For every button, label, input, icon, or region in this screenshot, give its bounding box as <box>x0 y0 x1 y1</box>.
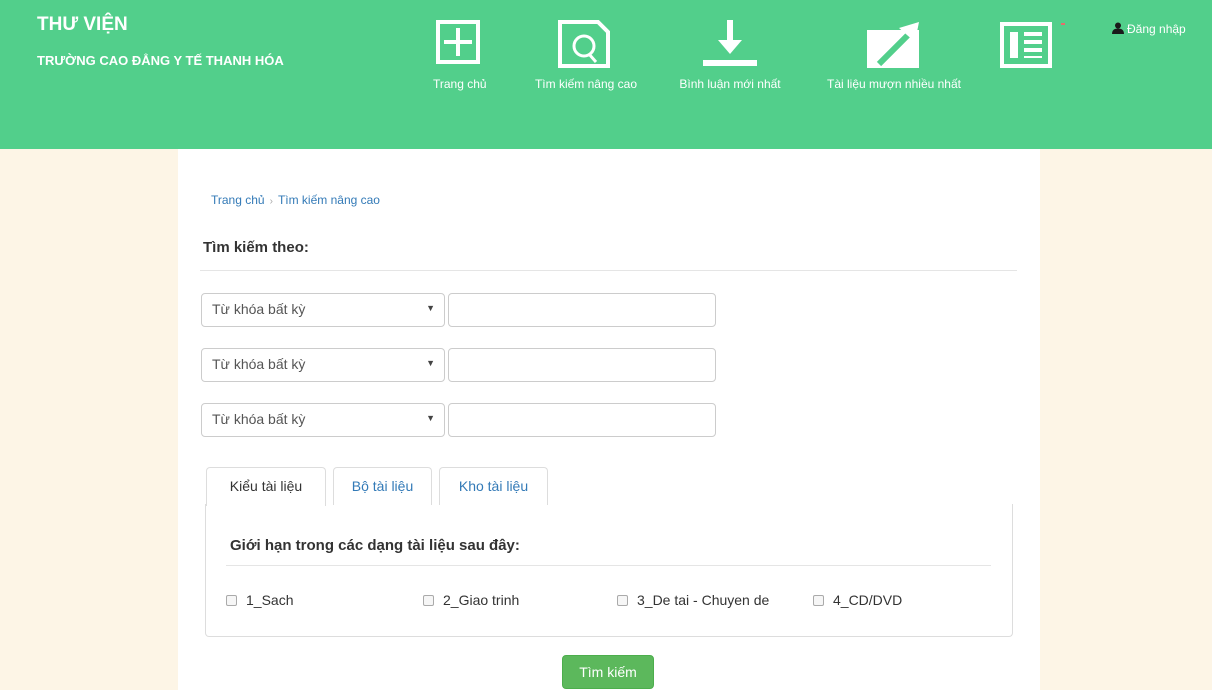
search-field-select[interactable]: Từ khóa bất kỳ ▼ <box>201 348 445 382</box>
login-label: Đăng nhập <box>1127 22 1186 36</box>
breadcrumb: Trang chủ › Tìm kiếm nâng cao <box>211 193 380 207</box>
search-submit-button[interactable]: Tìm kiếm <box>562 655 654 689</box>
main-content: Trang chủ › Tìm kiếm nâng cao Tìm kiếm the… <box>178 149 1040 690</box>
site-subtitle: TRƯỜNG CAO ĐẲNG Y TẾ THANH HÓA <box>37 53 284 68</box>
doc-type-option[interactable]: 1_Sach <box>226 592 293 608</box>
tab-document-type[interactable]: Kiểu tài liệu <box>206 467 326 506</box>
trending-arrow-icon <box>867 22 919 68</box>
search-field-select[interactable]: Từ khóa bất kỳ ▼ <box>201 403 445 437</box>
newspaper-icon[interactable] <box>1000 18 1052 73</box>
search-row: Từ khóa bất kỳ ▼ <box>201 348 716 382</box>
breadcrumb-separator: › <box>269 196 273 207</box>
nav-latest-comments[interactable]: Bình luận mới nhất <box>675 18 785 91</box>
search-field-value: Từ khóa bất kỳ <box>212 356 306 372</box>
checkbox[interactable] <box>617 595 628 606</box>
search-field-select[interactable]: Từ khóa bất kỳ ▼ <box>201 293 445 327</box>
tab-panel <box>205 504 1013 637</box>
option-label: 1_Sach <box>246 592 294 608</box>
panel-heading: Giới hạn trong các dạng tài liệu sau đây… <box>230 537 520 554</box>
plus-square-icon <box>435 20 480 64</box>
option-label: 2_Giao trinh <box>443 592 520 608</box>
divider <box>226 565 991 566</box>
checkbox[interactable] <box>423 595 434 606</box>
nav-most-borrowed[interactable]: Tài liệu mượn nhiều nhất <box>819 18 969 91</box>
search-keyword-input[interactable] <box>448 293 716 327</box>
doc-type-option[interactable]: 4_CD/DVD <box>813 592 902 608</box>
nav-label: Bình luận mới nhất <box>679 77 781 91</box>
nav-label: Trang chủ <box>433 77 487 91</box>
breadcrumb-current[interactable]: Tìm kiếm nâng cao <box>278 193 380 207</box>
site-title[interactable]: THƯ VIỆN <box>37 14 128 36</box>
login-link[interactable]: Đăng nhập <box>1112 22 1186 36</box>
checkbox[interactable] <box>813 595 824 606</box>
checkbox[interactable] <box>226 595 237 606</box>
dropdown-arrow-icon: ▼ <box>426 358 435 368</box>
tab-document-set[interactable]: Bộ tài liệu <box>333 467 432 505</box>
doc-type-option[interactable]: 2_Giao trinh <box>423 592 519 608</box>
breadcrumb-home[interactable]: Trang chủ <box>211 193 265 207</box>
doc-type-option[interactable]: 3_De tai - Chuyen de <box>617 592 769 608</box>
nav-advanced-search[interactable]: Tìm kiếm nâng cao <box>528 18 644 91</box>
dropdown-arrow-icon: ▼ <box>426 303 435 313</box>
divider <box>200 270 1017 271</box>
nav-label: Tìm kiếm nâng cao <box>534 77 638 91</box>
search-document-icon <box>558 20 610 68</box>
tab-document-store[interactable]: Kho tài liệu <box>439 467 548 505</box>
nav-label: Tài liệu mượn nhiều nhất <box>827 77 961 91</box>
search-keyword-input[interactable] <box>448 403 716 437</box>
search-keyword-input[interactable] <box>448 348 716 382</box>
search-field-value: Từ khóa bất kỳ <box>212 301 306 317</box>
option-label: 4_CD/DVD <box>833 592 903 608</box>
option-label: 3_De tai - Chuyen de <box>637 592 770 608</box>
top-header: THƯ VIỆN TRƯỜNG CAO ĐẲNG Y TẾ THANH HÓA … <box>0 0 1212 149</box>
search-heading: Tìm kiếm theo: <box>203 239 309 256</box>
search-row: Từ khóa bất kỳ ▼ <box>201 403 716 437</box>
search-field-value: Từ khóa bất kỳ <box>212 411 306 427</box>
notification-dot <box>1061 23 1065 25</box>
user-icon <box>1112 22 1124 34</box>
search-row: Từ khóa bất kỳ ▼ <box>201 293 716 327</box>
nav-home[interactable]: Trang chủ <box>433 18 487 91</box>
dropdown-arrow-icon: ▼ <box>426 413 435 423</box>
download-arrow-icon <box>703 20 757 66</box>
